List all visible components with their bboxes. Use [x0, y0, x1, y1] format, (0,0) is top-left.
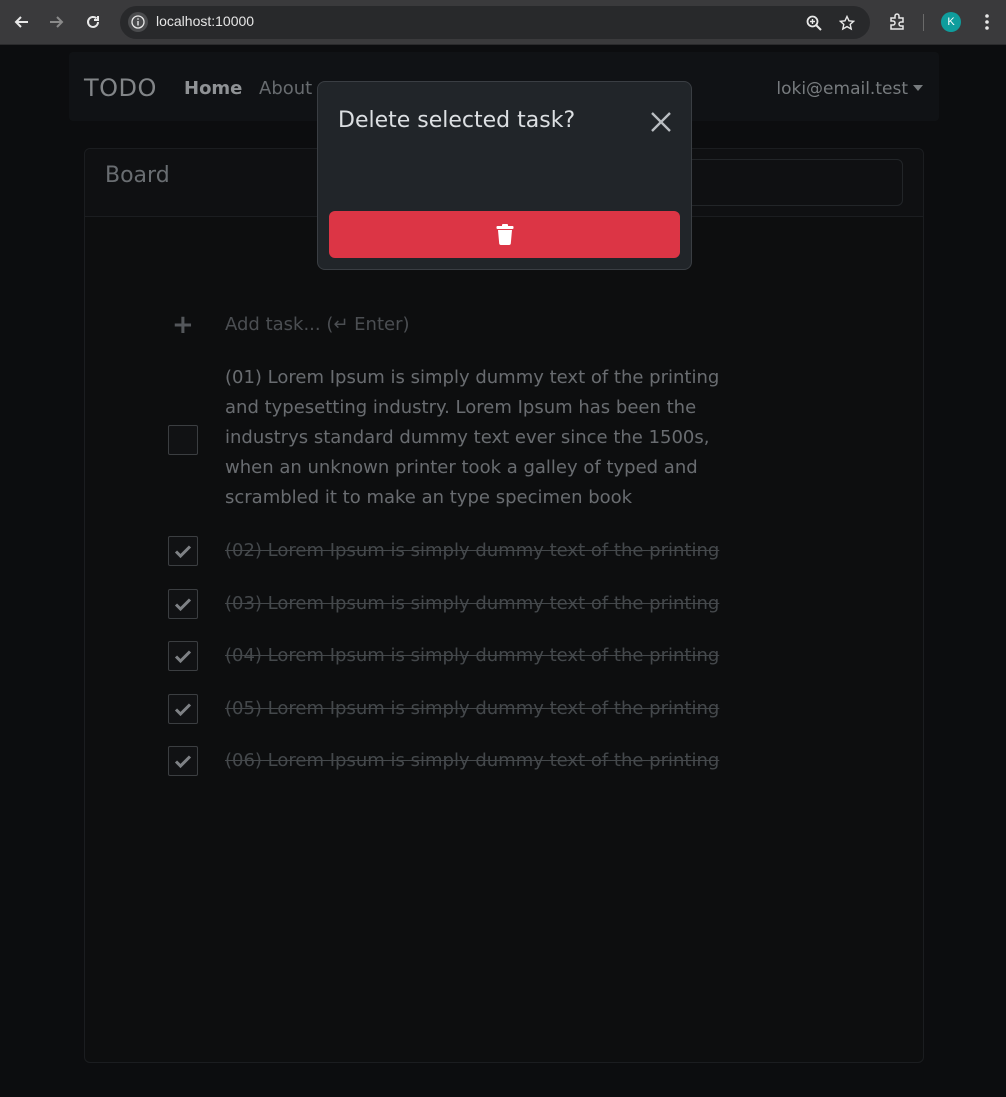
extensions-icon[interactable]	[885, 10, 909, 34]
bookmark-star-icon[interactable]	[837, 13, 857, 33]
site-info-icon[interactable]	[128, 12, 148, 32]
forward-arrow-icon[interactable]	[45, 10, 69, 34]
trash-icon	[496, 224, 513, 245]
toolbar-divider	[923, 14, 924, 31]
browser-toolbar: localhost:10000 K	[0, 0, 1006, 45]
delete-task-modal: Delete selected task?	[317, 81, 692, 270]
close-icon[interactable]	[649, 110, 673, 134]
profile-avatar[interactable]: K	[941, 12, 961, 32]
delete-task-button[interactable]	[329, 211, 680, 258]
reload-icon[interactable]	[81, 10, 105, 34]
kebab-menu-icon[interactable]	[975, 10, 999, 34]
back-arrow-icon[interactable]	[9, 10, 33, 34]
address-bar[interactable]: localhost:10000	[120, 6, 870, 39]
modal-title: Delete selected task?	[338, 108, 576, 133]
url-text: localhost:10000	[156, 13, 255, 29]
zoom-icon[interactable]	[804, 13, 824, 33]
